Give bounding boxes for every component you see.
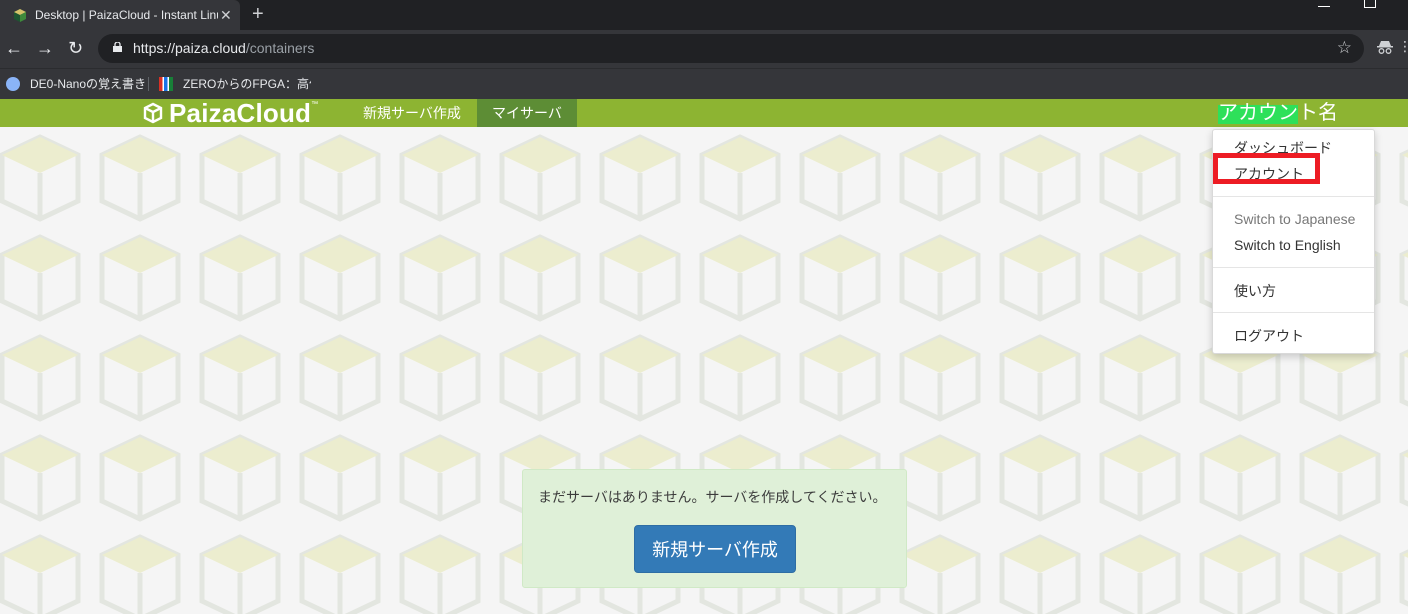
url-host: https://paiza.cloud xyxy=(133,40,246,56)
browser-toolbar: ← → ↻ https://paiza.cloud/containers ☆ ⋮ xyxy=(0,30,1408,68)
trademark-symbol: ™ xyxy=(311,100,319,108)
bar-chart-icon xyxy=(159,76,173,91)
browser-menu-icon[interactable]: ⋮ xyxy=(1398,38,1408,55)
bookmark-separator xyxy=(148,77,149,91)
account-dropdown-menu: ダッシュボード アカウント Switch to Japanese Switch … xyxy=(1212,129,1375,354)
paizacloud-favicon-icon xyxy=(14,9,26,22)
tab-title: Desktop | PaizaCloud - Instant Linux Clo… xyxy=(35,8,218,22)
notice-message: まだサーバはありません。サーバを作成してください。 xyxy=(538,489,887,505)
bookmarks-bar: DE0-Nanoの覚え書き ZEROからのFPGA：高位 xyxy=(0,68,1408,99)
account-name-rest: ト名 xyxy=(1298,102,1338,124)
maximize-window-icon[interactable] xyxy=(1364,0,1376,8)
account-name-highlighted: アカウン xyxy=(1218,102,1298,124)
create-server-button[interactable]: 新規サーバ作成 xyxy=(634,525,796,573)
menu-divider xyxy=(1213,196,1374,197)
logo-text: PaizaCloud xyxy=(169,99,312,128)
nav-my-servers[interactable]: マイサーバ xyxy=(477,99,577,127)
lock-icon xyxy=(113,42,122,52)
menu-item-account[interactable]: アカウント xyxy=(1234,164,1304,184)
reload-button[interactable]: ↻ xyxy=(68,39,83,57)
browser-tab-bar: Desktop | PaizaCloud - Instant Linux Clo… xyxy=(0,0,1408,30)
nav-create-server[interactable]: 新規サーバ作成 xyxy=(348,99,476,127)
bookmark-item[interactable]: ZEROからのFPGA：高位 xyxy=(159,75,311,92)
menu-item-switch-japanese[interactable]: Switch to Japanese xyxy=(1234,211,1355,227)
menu-item-usage[interactable]: 使い方 xyxy=(1234,281,1276,301)
no-server-notice: まだサーバはありません。サーバを作成してください。 新規サーバ作成 xyxy=(522,469,907,588)
site-header: PaizaCloud ™ 新規サーバ作成 マイサーバ アカウント名 xyxy=(0,99,1408,128)
menu-item-dashboard[interactable]: ダッシュボード xyxy=(1234,138,1332,158)
chat-bubble-icon xyxy=(6,76,20,91)
back-button[interactable]: ← xyxy=(5,39,23,57)
new-tab-button[interactable]: + xyxy=(252,3,264,26)
cube-logo-icon xyxy=(143,102,163,124)
paizacloud-logo[interactable]: PaizaCloud ™ xyxy=(143,99,319,128)
close-tab-icon[interactable]: ✕ xyxy=(220,7,232,24)
menu-divider xyxy=(1213,312,1374,313)
address-bar[interactable]: https://paiza.cloud/containers ☆ xyxy=(98,34,1364,63)
bookmark-label: ZEROからのFPGA：高位 xyxy=(183,77,311,91)
bookmark-item[interactable]: DE0-Nanoの覚え書き xyxy=(6,75,146,92)
bookmark-star-icon[interactable]: ☆ xyxy=(1337,38,1352,58)
minimize-window-icon[interactable] xyxy=(1318,0,1330,7)
browser-tab[interactable]: Desktop | PaizaCloud - Instant Linux Clo… xyxy=(0,0,240,30)
menu-item-switch-english[interactable]: Switch to English xyxy=(1234,237,1341,253)
incognito-icon[interactable] xyxy=(1376,38,1394,56)
bookmark-label: DE0-Nanoの覚え書き xyxy=(30,77,147,91)
menu-divider xyxy=(1213,267,1374,268)
url-text: https://paiza.cloud/containers xyxy=(133,40,314,56)
forward-button[interactable]: → xyxy=(36,39,54,57)
url-path: /containers xyxy=(245,40,315,56)
page-content: PaizaCloud ™ 新規サーバ作成 マイサーバ アカウント名 ダッシュボー… xyxy=(0,99,1408,614)
account-menu-toggle[interactable]: アカウント名 xyxy=(1218,99,1338,127)
menu-item-logout[interactable]: ログアウト xyxy=(1234,326,1304,346)
